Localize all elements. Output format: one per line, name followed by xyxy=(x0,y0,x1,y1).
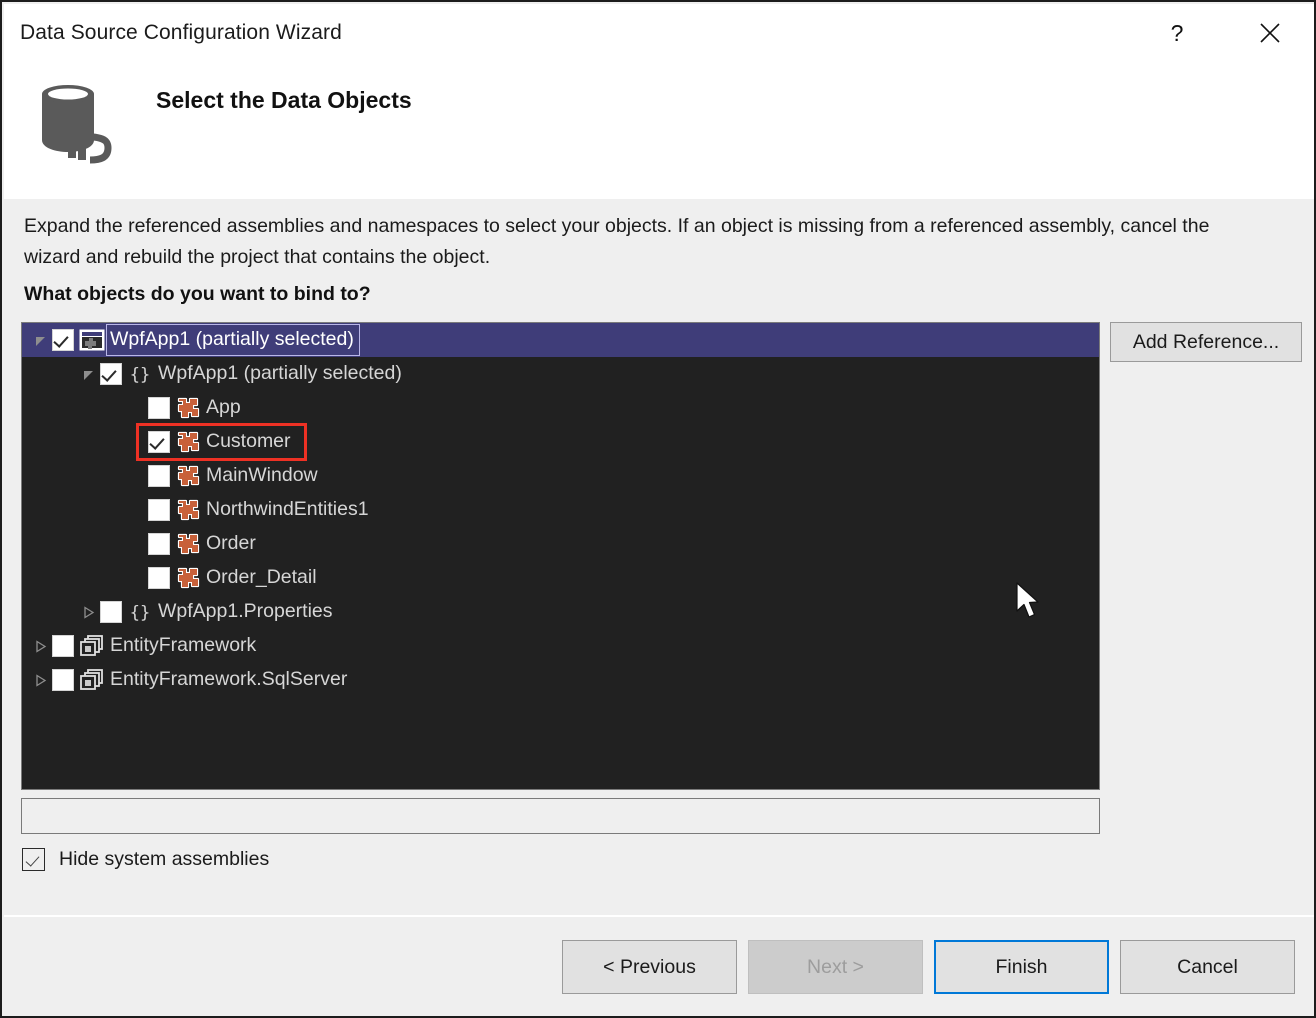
tree-item-checkbox[interactable] xyxy=(148,533,170,555)
checkbox-indicator xyxy=(22,848,45,871)
tree-item-checkbox[interactable] xyxy=(148,465,170,487)
namespace-icon: {} xyxy=(126,600,154,624)
question-mark-icon: ? xyxy=(1171,20,1184,47)
tree-item-mainwindow[interactable]: MainWindow xyxy=(22,459,1099,493)
tree-item-checkbox[interactable] xyxy=(148,567,170,589)
tree-item-label: MainWindow xyxy=(206,466,318,486)
project-icon xyxy=(78,328,106,352)
tree-item-checkbox[interactable] xyxy=(148,499,170,521)
tree-item-label: WpfApp1.Properties xyxy=(158,602,333,622)
data-objects-tree[interactable]: WpfApp1 (partially selected) {} WpfApp1 (p… xyxy=(21,322,1100,790)
dialog-body: Expand the referenced assemblies and nam… xyxy=(4,199,1316,915)
tree-item-label: App xyxy=(206,398,241,418)
assembly-icon xyxy=(78,634,106,658)
selected-object-path-box[interactable] xyxy=(21,798,1100,834)
tree-item-label: EntityFramework xyxy=(110,636,256,656)
window-title: Data Source Configuration Wizard xyxy=(20,21,342,45)
tree-item-checkbox[interactable] xyxy=(52,635,74,657)
hide-system-assemblies-label: Hide system assemblies xyxy=(59,848,269,871)
finish-button[interactable]: Finish xyxy=(934,940,1109,994)
assembly-icon xyxy=(78,668,106,692)
chevron-down-icon[interactable] xyxy=(76,368,100,381)
tree-item-order[interactable]: Order xyxy=(22,527,1099,561)
tree-item-label: Customer xyxy=(206,432,291,452)
class-icon xyxy=(174,498,202,522)
tree-item-checkbox[interactable] xyxy=(52,669,74,691)
header-banner: Select the Data Objects xyxy=(4,62,1316,199)
tree-item-northwindentities1[interactable]: NorthwindEntities1 xyxy=(22,493,1099,527)
tree-item-order-detail[interactable]: Order_Detail xyxy=(22,561,1099,595)
class-icon xyxy=(174,464,202,488)
class-icon xyxy=(174,566,202,590)
close-button[interactable] xyxy=(1242,4,1298,62)
svg-text:{}: {} xyxy=(130,365,150,385)
tree-item-label: WpfApp1 (partially selected) xyxy=(158,364,402,384)
data-source-configuration-wizard-dialog: Data Source Configuration Wizard ? xyxy=(0,0,1316,1018)
chevron-right-icon[interactable] xyxy=(76,606,100,619)
help-button[interactable]: ? xyxy=(1149,4,1205,62)
tree-item-customer[interactable]: Customer xyxy=(22,425,1099,459)
title-bar: Data Source Configuration Wizard ? xyxy=(4,4,1316,62)
chevron-down-icon[interactable] xyxy=(28,334,52,347)
close-icon xyxy=(1258,21,1282,45)
tree-item-label: WpfApp1 (partially selected) xyxy=(110,330,354,350)
chevron-right-icon[interactable] xyxy=(28,674,52,687)
tree-item-checkbox[interactable] xyxy=(100,601,122,623)
instruction-text: Expand the referenced assemblies and nam… xyxy=(24,211,1264,273)
cancel-button[interactable]: Cancel xyxy=(1120,940,1295,994)
class-icon xyxy=(174,396,202,420)
tree-item-checkbox[interactable] xyxy=(52,329,74,351)
tree-item-label: Order_Detail xyxy=(206,568,317,588)
tree-item-wpfapp1-properties[interactable]: {} WpfApp1.Properties xyxy=(22,595,1099,629)
tree-item-checkbox[interactable] xyxy=(148,397,170,419)
tree-item-wpfapp1-partially-selected[interactable]: {} WpfApp1 (partially selected) xyxy=(22,357,1099,391)
tree-item-label: Order xyxy=(206,534,256,554)
database-connection-icon xyxy=(34,78,126,166)
tree-item-checkbox[interactable] xyxy=(148,431,170,453)
tree-item-app[interactable]: App xyxy=(22,391,1099,425)
chevron-right-icon[interactable] xyxy=(28,640,52,653)
tree-item-entityframework[interactable]: EntityFramework xyxy=(22,629,1099,663)
page-title: Select the Data Objects xyxy=(156,87,412,114)
tree-item-label: EntityFramework.SqlServer xyxy=(110,670,347,690)
tree-item-wpfapp1-partially-selected[interactable]: WpfApp1 (partially selected) xyxy=(22,323,1099,357)
tree-item-label: NorthwindEntities1 xyxy=(206,500,369,520)
tree-item-entityframework-sqlserver[interactable]: EntityFramework.SqlServer xyxy=(22,663,1099,697)
class-icon xyxy=(174,430,202,454)
add-reference-button[interactable]: Add Reference... xyxy=(1110,322,1302,362)
dialog-footer: < Previous Next > Finish Cancel xyxy=(4,915,1316,1018)
next-button: Next > xyxy=(748,940,923,994)
hide-system-assemblies-checkbox[interactable]: Hide system assemblies xyxy=(22,845,269,873)
previous-button[interactable]: < Previous xyxy=(562,940,737,994)
prompt-question: What objects do you want to bind to? xyxy=(24,283,371,306)
tree-item-checkbox[interactable] xyxy=(100,363,122,385)
class-icon xyxy=(174,532,202,556)
namespace-icon: {} xyxy=(126,362,154,386)
svg-text:{}: {} xyxy=(130,603,150,623)
